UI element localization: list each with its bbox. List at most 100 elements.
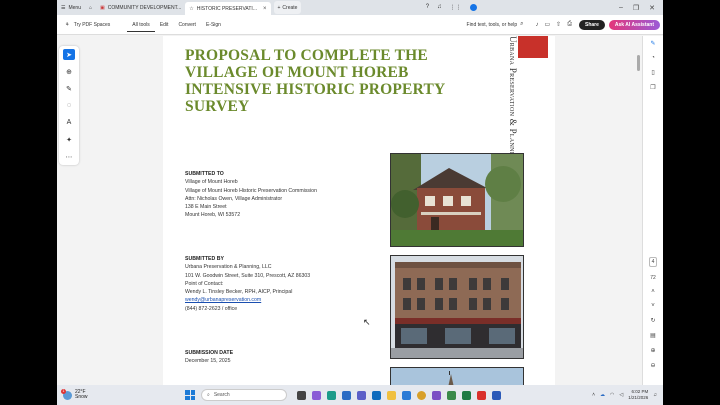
calendar-icon[interactable] [402, 390, 411, 400]
date: 1/21/2026 [628, 395, 649, 400]
comment-icon[interactable]: ▭ [541, 21, 553, 28]
rotate-icon[interactable]: ↻ [650, 317, 655, 324]
edge-icon[interactable] [327, 390, 336, 400]
edit-panel-icon[interactable]: ✎ [650, 40, 655, 47]
submission-date-heading: SUBMISSION DATE [185, 350, 234, 356]
page-number-input[interactable]: 4 [648, 257, 658, 267]
create-button[interactable]: + Create [273, 1, 302, 14]
tab-all-tools[interactable]: All tools [127, 22, 155, 32]
upload-icon[interactable]: ⇧ [553, 21, 564, 28]
star-icon: ☆ [189, 5, 194, 12]
bell-icon[interactable]: ♫ [437, 4, 442, 11]
search-icon[interactable]: ⌕ [517, 21, 526, 28]
task-view-icon[interactable] [297, 390, 306, 400]
notification-bell-icon[interactable]: ♫ [653, 392, 657, 398]
right-side-panel: ✎ ◔ ▯ ❐ 4 72 ˄ ˅ ↻ ▤ ⊕ ⊖ [642, 36, 663, 385]
text-line: Village of Mount Horeb [185, 179, 238, 186]
pages-icon[interactable]: ❐ [650, 84, 655, 91]
zoom-out-icon[interactable]: ⊖ [650, 362, 655, 369]
submitted-to-block: SUBMITTED TO Village of Mount Horeb Vill… [185, 170, 317, 220]
text-line: Urbana Preservation & Planning, LLC [185, 264, 272, 271]
apps-grid-icon[interactable]: ⋮⋮ [450, 4, 462, 11]
teams-icon[interactable] [357, 390, 366, 400]
chevron-up-icon[interactable]: ˄ [651, 289, 655, 295]
stamp-tool-icon[interactable]: ✦ [63, 134, 75, 145]
page-total: 72 [650, 275, 656, 281]
tab-esign[interactable]: E-Sign [201, 22, 226, 28]
logo: Urbana Preservation & Planning [506, 36, 518, 163]
text-line: Point of Contact: [185, 280, 224, 287]
file-explorer-icon[interactable] [387, 390, 396, 400]
print-icon[interactable]: ⎙ [564, 21, 575, 28]
pdf-icon: ▣ [100, 4, 105, 11]
chrome-icon[interactable] [417, 390, 426, 400]
search-placeholder: Search [213, 392, 230, 398]
app-toolbar: ⚘ Try PDF Spaces All tools Edit Convert … [57, 15, 663, 35]
comment-panel-icon[interactable]: ◔ [651, 55, 655, 61]
search-input[interactable]: Find text, tools, or help [467, 22, 518, 28]
wifi-icon[interactable]: ◠ [610, 392, 614, 398]
zoom-in-icon[interactable]: ⊕ [650, 347, 655, 354]
minimize-icon[interactable]: – [619, 4, 623, 12]
select-tool-icon[interactable]: ➤ [63, 49, 75, 60]
text-line: 101 W. Goodwin Street, Suite 310, Presco… [185, 272, 311, 279]
text-line: (844) 872-2623 / office [185, 305, 238, 312]
app-icon[interactable] [432, 390, 441, 400]
logo-text: Urbana Preservation & Planning [508, 36, 518, 164]
word-icon[interactable] [492, 390, 501, 400]
volume-icon[interactable]: ◁ [619, 392, 623, 398]
outlook-icon[interactable] [372, 390, 381, 400]
copilot-icon[interactable] [312, 390, 321, 400]
text-select-icon[interactable]: A [63, 117, 75, 128]
submission-date-block: SUBMISSION DATE December 15, 2025 [185, 349, 233, 366]
tab-label: COMMUNITY DEVELOPMENT... [107, 4, 182, 11]
close-tab-icon[interactable]: × [263, 6, 267, 12]
scrollbar-thumb[interactable] [637, 55, 640, 71]
avatar[interactable] [469, 4, 477, 11]
acrobat-icon[interactable] [477, 390, 486, 400]
zoom-tool-icon[interactable]: ⊕ [63, 66, 75, 77]
menu-button[interactable]: ☰ Menu [57, 1, 85, 14]
pdf-spaces-button[interactable]: ⚘ Try PDF Spaces [57, 22, 115, 28]
bookmark-icon[interactable]: ▯ [651, 69, 654, 76]
home-button[interactable]: ⌂ [85, 1, 96, 14]
text-line: Attn: Nicholas Owen, Village Administrat… [185, 195, 283, 202]
tab-historic-preservation[interactable]: ☆ HISTORIC PRESERVATI... × [185, 2, 271, 15]
pen-tool-icon[interactable]: ✎ [63, 83, 75, 94]
storefront-photo [390, 255, 524, 359]
close-window-icon[interactable]: ✕ [649, 4, 655, 12]
clock[interactable]: 6:02 PM 1/21/2026 [628, 389, 648, 401]
windows-start-icon[interactable] [185, 390, 195, 400]
taskbar-search-input[interactable]: ⌕ Search [201, 389, 287, 401]
chevron-up-icon[interactable]: ˄ [592, 392, 595, 398]
tool-rail: ➤ ⊕ ✎ ◌ A ✦ ⋯ [59, 46, 79, 165]
ai-assistant-button[interactable]: Ask AI Assistant [608, 19, 660, 30]
home-icon: ⌂ [89, 4, 93, 11]
page-view-icon[interactable]: ▤ [650, 332, 656, 339]
weather-widget[interactable]: 1 22°F Snow [57, 388, 127, 401]
share-button[interactable]: Share [579, 19, 605, 30]
submitted-by-block: SUBMITTED BY Urbana Preservation & Plann… [185, 255, 310, 313]
pdf-page: PROPOSAL TO COMPLETE THE VILLAGE OF MOUN… [163, 36, 555, 391]
email-link[interactable]: wendy@urbanapreservation.com [185, 296, 310, 304]
tab-edit[interactable]: Edit [155, 22, 174, 28]
maximize-icon[interactable]: ❐ [633, 4, 639, 12]
app-icon[interactable] [447, 390, 456, 400]
text-line: 138 E Main Street [185, 204, 227, 211]
more-tools-icon[interactable]: ⋯ [63, 151, 75, 162]
lasso-tool-icon[interactable]: ◌ [63, 100, 75, 111]
search-icon: ⌕ [207, 392, 210, 398]
hamburger-icon: ☰ [61, 4, 66, 11]
tab-community-development[interactable]: ▣ COMMUNITY DEVELOPMENT... [96, 1, 185, 14]
cloud-icon[interactable]: ☁ [600, 392, 605, 398]
chevron-down-icon[interactable]: ˅ [651, 303, 655, 309]
mouse-cursor-icon: ↖ [363, 317, 371, 327]
tab-convert[interactable]: Convert [173, 22, 201, 28]
spaces-label: Try PDF Spaces [73, 21, 111, 28]
help-icon[interactable]: ? [426, 4, 429, 11]
headphones-icon[interactable]: ♪ [532, 22, 541, 28]
excel-icon[interactable] [462, 390, 471, 400]
screen: ☰ Menu ⌂ ▣ COMMUNITY DEVELOPMENT... ☆ HI… [57, 0, 663, 405]
store-icon[interactable] [342, 390, 351, 400]
create-label: Create [282, 4, 298, 11]
